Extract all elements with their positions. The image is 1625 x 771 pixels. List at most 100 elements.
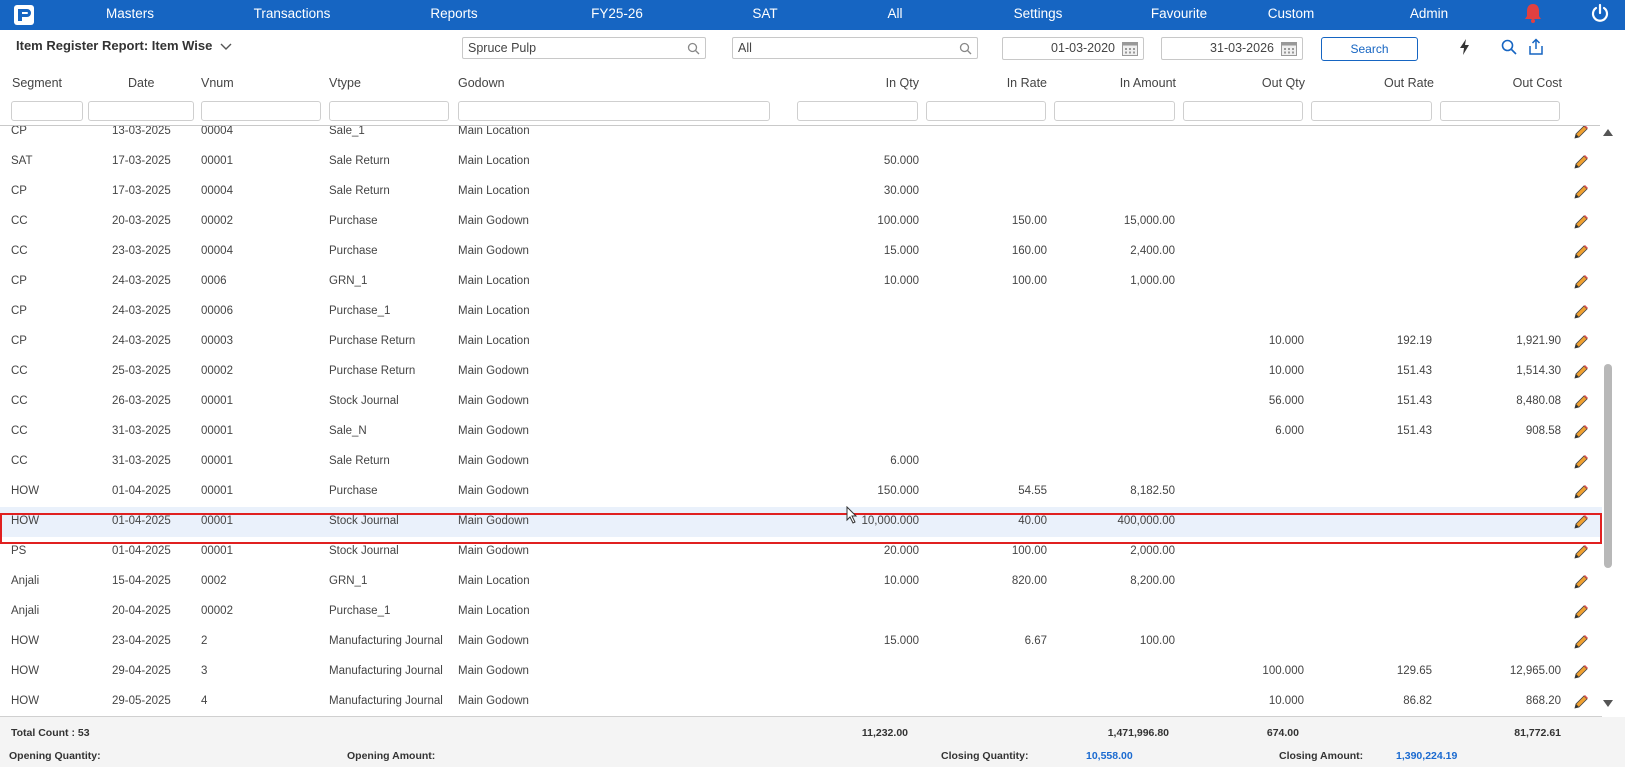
search-icon[interactable] [1500, 38, 1518, 56]
filter-out-rate-input[interactable] [1311, 101, 1432, 121]
table-row[interactable]: CC 26-03-2025 00001 Stock Journal Main Godow… [0, 387, 1602, 417]
table-row[interactable]: CP 13-03-2025 00004 Sale_1 Main Location [0, 126, 1602, 147]
filter-out-qty-input[interactable] [1183, 101, 1303, 121]
table-row[interactable]: CC 20-03-2025 00002 Purchase Main Godown 100.… [0, 207, 1602, 237]
app-logo-icon[interactable] [13, 4, 35, 26]
pencil-icon[interactable] [1573, 304, 1589, 320]
page-title[interactable]: Item Register Report: Item Wise [16, 38, 232, 53]
nav-reports[interactable]: Reports [430, 0, 477, 30]
nav-segment[interactable]: All [887, 0, 902, 30]
column-header-in-amount[interactable]: In Amount [1120, 76, 1176, 90]
nav-company[interactable]: SAT [752, 0, 777, 30]
table-row[interactable]: CC 31-03-2025 00001 Sale_N Main Godown 6.000 1… [0, 417, 1602, 447]
pencil-icon[interactable] [1573, 454, 1589, 470]
pencil-icon[interactable] [1573, 544, 1589, 560]
table-row[interactable]: CP 24-03-2025 00006 Purchase_1 Main Location [0, 297, 1602, 327]
scroll-down-icon[interactable] [1603, 700, 1613, 708]
table-row[interactable]: CP 24-03-2025 0006 GRN_1 Main Location 10.000… [0, 267, 1602, 297]
cell-vtype: Manufacturing Journal [329, 635, 443, 647]
table-row[interactable]: HOW 29-04-2025 3 Manufacturing Journal Main … [0, 657, 1602, 687]
nav-admin[interactable]: Admin [1410, 0, 1448, 30]
table-row[interactable]: Anjali 20-04-2025 00002 Purchase_1 Main Loca… [0, 597, 1602, 627]
cell-segment: HOW [11, 695, 40, 707]
power-icon[interactable] [1590, 3, 1610, 23]
nav-custom[interactable]: Custom [1268, 0, 1315, 30]
cell-out-rate: 86.82 [1403, 695, 1432, 707]
filter-vtype-input[interactable] [329, 101, 449, 121]
table-row[interactable]: HOW 01-04-2025 00001 Purchase Main Godown 150… [0, 477, 1602, 507]
filter-in-rate-input[interactable] [926, 101, 1046, 121]
share-icon[interactable] [1527, 38, 1545, 56]
cell-godown: Main Location [458, 155, 530, 167]
table-row[interactable]: CP 24-03-2025 00003 Purchase Return Main Loc… [0, 327, 1602, 357]
pencil-icon[interactable] [1573, 154, 1589, 170]
nav-financial-year[interactable]: FY25-26 [591, 0, 643, 30]
nav-masters[interactable]: Masters [106, 0, 154, 30]
column-header-in-rate[interactable]: In Rate [1007, 76, 1047, 90]
filter-date-input[interactable] [88, 101, 194, 121]
pencil-icon[interactable] [1573, 694, 1589, 710]
table-row[interactable]: CC 25-03-2025 00002 Purchase Return Main God… [0, 357, 1602, 387]
cell-segment: CP [11, 305, 27, 317]
bell-icon[interactable] [1522, 2, 1544, 24]
calendar-icon[interactable] [1122, 42, 1138, 56]
search-button[interactable]: Search [1321, 37, 1418, 61]
pencil-icon[interactable] [1573, 244, 1589, 260]
calendar-icon[interactable] [1281, 42, 1297, 56]
pencil-icon[interactable] [1573, 574, 1589, 590]
table-row[interactable]: HOW 29-05-2025 4 Manufacturing Journal Main … [0, 687, 1602, 715]
table-row[interactable]: CC 23-03-2025 00004 Purchase Main Godown 15.0… [0, 237, 1602, 267]
table-row[interactable]: SAT 17-03-2025 00001 Sale Return Main Locati… [0, 147, 1602, 177]
column-header-vtype[interactable]: Vtype [329, 76, 361, 90]
table-row[interactable]: PS 01-04-2025 00001 Stock Journal Main Godow… [0, 537, 1602, 567]
filter-godown-input[interactable] [458, 101, 770, 121]
filter-segment-input[interactable] [11, 101, 83, 121]
nav-favourite[interactable]: Favourite [1151, 0, 1207, 30]
column-header-out-qty[interactable]: Out Qty [1262, 76, 1305, 90]
search-icon[interactable] [959, 42, 972, 55]
search-icon[interactable] [687, 42, 700, 55]
nav-transactions[interactable]: Transactions [254, 0, 331, 30]
pencil-icon[interactable] [1573, 484, 1589, 500]
table-row[interactable]: Anjali 15-04-2025 0002 GRN_1 Main Location 10… [0, 567, 1602, 597]
pencil-icon[interactable] [1573, 634, 1589, 650]
scrollbar-thumb[interactable] [1604, 364, 1612, 568]
lightning-icon[interactable] [1456, 38, 1474, 56]
table-row[interactable]: CC 31-03-2025 00001 Sale Return Main Godown 6… [0, 447, 1602, 477]
pencil-icon[interactable] [1573, 214, 1589, 230]
column-header-date[interactable]: Date [128, 76, 154, 90]
pencil-icon[interactable] [1573, 514, 1589, 530]
chevron-down-icon[interactable] [220, 43, 232, 51]
column-header-in-qty[interactable]: In Qty [886, 76, 919, 90]
table-row[interactable]: CP 17-03-2025 00004 Sale Return Main Locatio… [0, 177, 1602, 207]
column-header-out-rate[interactable]: Out Rate [1384, 76, 1434, 90]
to-date-field[interactable]: 31-03-2026 [1161, 37, 1303, 60]
pencil-icon[interactable] [1573, 364, 1589, 380]
column-header-vnum[interactable]: Vnum [201, 76, 234, 90]
filter-out-cost-input[interactable] [1440, 101, 1560, 121]
table-row[interactable]: HOW 01-04-2025 00001 Stock Journal Main Godo… [0, 507, 1602, 537]
pencil-icon[interactable] [1573, 664, 1589, 680]
filter-in-qty-input[interactable] [797, 101, 918, 121]
pencil-icon[interactable] [1573, 274, 1589, 290]
pencil-icon[interactable] [1573, 334, 1589, 350]
table-row[interactable]: HOW 23-04-2025 2 Manufacturing Journal Main … [0, 627, 1602, 657]
pencil-icon[interactable] [1573, 126, 1589, 140]
from-date-field[interactable]: 01-03-2020 [1002, 37, 1144, 60]
pencil-icon[interactable] [1573, 604, 1589, 620]
scroll-up-icon[interactable] [1603, 128, 1613, 136]
nav-settings[interactable]: Settings [1014, 0, 1063, 30]
column-header-out-cost[interactable]: Out Cost [1513, 76, 1562, 90]
filter-in-amount-input[interactable] [1054, 101, 1175, 121]
item-filter-input[interactable]: Spruce Pulp [462, 37, 706, 59]
column-header-godown[interactable]: Godown [458, 76, 505, 90]
pencil-icon[interactable] [1573, 394, 1589, 410]
pencil-icon[interactable] [1573, 424, 1589, 440]
vertical-scrollbar[interactable] [1601, 126, 1615, 715]
filter-vnum-input[interactable] [201, 101, 321, 121]
pencil-icon[interactable] [1573, 184, 1589, 200]
column-header-segment[interactable]: Segment [12, 76, 62, 90]
cell-segment: CC [11, 365, 28, 377]
cell-segment: SAT [11, 155, 33, 167]
group-filter-input[interactable]: All [732, 37, 978, 59]
